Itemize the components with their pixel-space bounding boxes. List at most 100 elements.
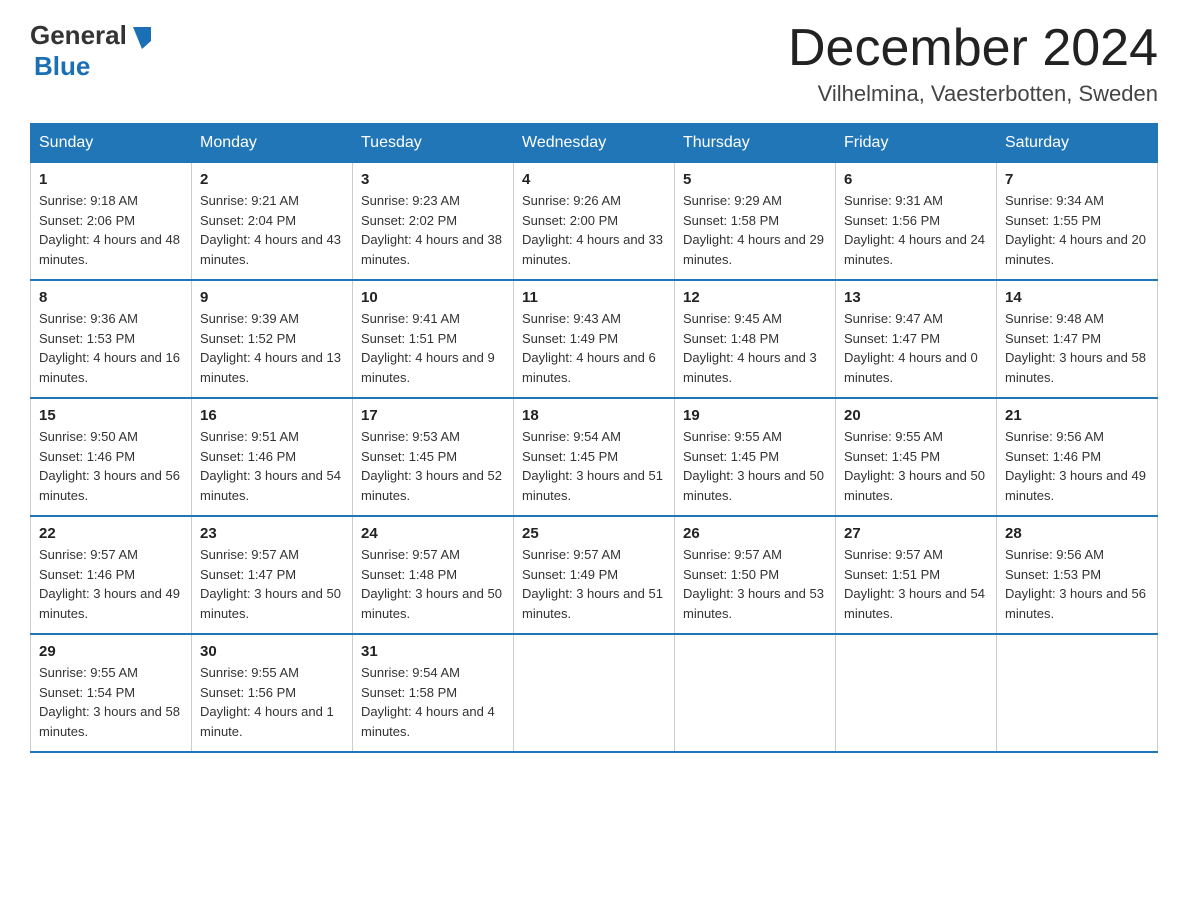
day-number: 4 bbox=[522, 171, 666, 188]
day-info: Sunrise: 9:53 AMSunset: 1:45 PMDaylight:… bbox=[361, 429, 502, 503]
header-friday: Friday bbox=[836, 124, 997, 163]
day-info: Sunrise: 9:57 AMSunset: 1:47 PMDaylight:… bbox=[200, 547, 341, 621]
day-info: Sunrise: 9:34 AMSunset: 1:55 PMDaylight:… bbox=[1005, 193, 1146, 267]
logo-blue-text: Blue bbox=[34, 51, 90, 82]
day-info: Sunrise: 9:55 AMSunset: 1:54 PMDaylight:… bbox=[39, 665, 180, 739]
day-number: 7 bbox=[1005, 171, 1149, 188]
day-number: 16 bbox=[200, 407, 344, 424]
table-row: 31 Sunrise: 9:54 AMSunset: 1:58 PMDayligh… bbox=[353, 634, 514, 752]
header-wednesday: Wednesday bbox=[514, 124, 675, 163]
day-info: Sunrise: 9:57 AMSunset: 1:51 PMDaylight:… bbox=[844, 547, 985, 621]
header-tuesday: Tuesday bbox=[353, 124, 514, 163]
table-row: 28 Sunrise: 9:56 AMSunset: 1:53 PMDayligh… bbox=[997, 516, 1158, 634]
table-row: 16 Sunrise: 9:51 AMSunset: 1:46 PMDayligh… bbox=[192, 398, 353, 516]
table-row: 1Sunrise: 9:18 AMSunset: 2:06 PMDaylight… bbox=[31, 163, 192, 281]
table-row: 22 Sunrise: 9:57 AMSunset: 1:46 PMDayligh… bbox=[31, 516, 192, 634]
table-row: 13Sunrise: 9:47 AMSunset: 1:47 PMDayligh… bbox=[836, 280, 997, 398]
day-info: Sunrise: 9:43 AMSunset: 1:49 PMDaylight:… bbox=[522, 311, 656, 385]
week-row-5: 29 Sunrise: 9:55 AMSunset: 1:54 PMDayligh… bbox=[31, 634, 1158, 752]
day-info: Sunrise: 9:21 AMSunset: 2:04 PMDaylight:… bbox=[200, 193, 341, 267]
day-number: 24 bbox=[361, 525, 505, 542]
day-info: Sunrise: 9:57 AMSunset: 1:50 PMDaylight:… bbox=[683, 547, 824, 621]
week-row-4: 22 Sunrise: 9:57 AMSunset: 1:46 PMDayligh… bbox=[31, 516, 1158, 634]
day-number: 14 bbox=[1005, 289, 1149, 306]
day-number: 3 bbox=[361, 171, 505, 188]
logo: General Blue bbox=[30, 20, 157, 82]
day-number: 20 bbox=[844, 407, 988, 424]
table-row bbox=[514, 634, 675, 752]
header-monday: Monday bbox=[192, 124, 353, 163]
table-row: 27Sunrise: 9:57 AMSunset: 1:51 PMDayligh… bbox=[836, 516, 997, 634]
day-number: 17 bbox=[361, 407, 505, 424]
day-info: Sunrise: 9:29 AMSunset: 1:58 PMDaylight:… bbox=[683, 193, 824, 267]
day-info: Sunrise: 9:48 AMSunset: 1:47 PMDaylight:… bbox=[1005, 311, 1146, 385]
table-row: 8 Sunrise: 9:36 AMSunset: 1:53 PMDaylight… bbox=[31, 280, 192, 398]
day-number: 28 bbox=[1005, 525, 1149, 542]
day-info: Sunrise: 9:51 AMSunset: 1:46 PMDaylight:… bbox=[200, 429, 341, 503]
day-number: 29 bbox=[39, 643, 183, 660]
table-row bbox=[997, 634, 1158, 752]
table-row: 11 Sunrise: 9:43 AMSunset: 1:49 PMDayligh… bbox=[514, 280, 675, 398]
table-row: 23 Sunrise: 9:57 AMSunset: 1:47 PMDayligh… bbox=[192, 516, 353, 634]
day-number: 22 bbox=[39, 525, 183, 542]
header-thursday: Thursday bbox=[675, 124, 836, 163]
table-row: 2Sunrise: 9:21 AMSunset: 2:04 PMDaylight… bbox=[192, 163, 353, 281]
week-row-1: 1Sunrise: 9:18 AMSunset: 2:06 PMDaylight… bbox=[31, 163, 1158, 281]
day-number: 8 bbox=[39, 289, 183, 306]
day-info: Sunrise: 9:50 AMSunset: 1:46 PMDaylight:… bbox=[39, 429, 180, 503]
logo-general-text: General bbox=[30, 20, 127, 51]
day-number: 1 bbox=[39, 171, 183, 188]
day-number: 6 bbox=[844, 171, 988, 188]
day-info: Sunrise: 9:54 AMSunset: 1:58 PMDaylight:… bbox=[361, 665, 495, 739]
table-row: 20 Sunrise: 9:55 AMSunset: 1:45 PMDayligh… bbox=[836, 398, 997, 516]
table-row: 12Sunrise: 9:45 AMSunset: 1:48 PMDayligh… bbox=[675, 280, 836, 398]
day-number: 19 bbox=[683, 407, 827, 424]
day-number: 21 bbox=[1005, 407, 1149, 424]
week-row-3: 15 Sunrise: 9:50 AMSunset: 1:46 PMDayligh… bbox=[31, 398, 1158, 516]
day-number: 15 bbox=[39, 407, 183, 424]
logo-icon bbox=[127, 21, 157, 51]
day-info: Sunrise: 9:56 AMSunset: 1:53 PMDaylight:… bbox=[1005, 547, 1146, 621]
table-row: 29 Sunrise: 9:55 AMSunset: 1:54 PMDayligh… bbox=[31, 634, 192, 752]
day-info: Sunrise: 9:55 AMSunset: 1:45 PMDaylight:… bbox=[683, 429, 824, 503]
table-row: 3 Sunrise: 9:23 AMSunset: 2:02 PMDaylight… bbox=[353, 163, 514, 281]
title-section: December 2024 Vilhelmina, Vaesterbotten,… bbox=[788, 20, 1158, 107]
day-info: Sunrise: 9:57 AMSunset: 1:46 PMDaylight:… bbox=[39, 547, 180, 621]
day-info: Sunrise: 9:26 AMSunset: 2:00 PMDaylight:… bbox=[522, 193, 663, 267]
table-row: 30 Sunrise: 9:55 AMSunset: 1:56 PMDayligh… bbox=[192, 634, 353, 752]
day-info: Sunrise: 9:56 AMSunset: 1:46 PMDaylight:… bbox=[1005, 429, 1146, 503]
day-info: Sunrise: 9:31 AMSunset: 1:56 PMDaylight:… bbox=[844, 193, 985, 267]
day-info: Sunrise: 9:55 AMSunset: 1:45 PMDaylight:… bbox=[844, 429, 985, 503]
day-number: 30 bbox=[200, 643, 344, 660]
day-info: Sunrise: 9:23 AMSunset: 2:02 PMDaylight:… bbox=[361, 193, 502, 267]
table-row: 15 Sunrise: 9:50 AMSunset: 1:46 PMDayligh… bbox=[31, 398, 192, 516]
day-number: 12 bbox=[683, 289, 827, 306]
table-row: 4 Sunrise: 9:26 AMSunset: 2:00 PMDaylight… bbox=[514, 163, 675, 281]
day-number: 11 bbox=[522, 289, 666, 306]
day-info: Sunrise: 9:36 AMSunset: 1:53 PMDaylight:… bbox=[39, 311, 180, 385]
day-number: 26 bbox=[683, 525, 827, 542]
table-row: 9Sunrise: 9:39 AMSunset: 1:52 PMDaylight… bbox=[192, 280, 353, 398]
table-row: 7 Sunrise: 9:34 AMSunset: 1:55 PMDaylight… bbox=[997, 163, 1158, 281]
day-info: Sunrise: 9:54 AMSunset: 1:45 PMDaylight:… bbox=[522, 429, 663, 503]
table-row: 24Sunrise: 9:57 AMSunset: 1:48 PMDayligh… bbox=[353, 516, 514, 634]
day-number: 5 bbox=[683, 171, 827, 188]
day-number: 31 bbox=[361, 643, 505, 660]
day-number: 23 bbox=[200, 525, 344, 542]
day-number: 9 bbox=[200, 289, 344, 306]
table-row: 19 Sunrise: 9:55 AMSunset: 1:45 PMDayligh… bbox=[675, 398, 836, 516]
weekday-header-row: SundayMondayTuesdayWednesdayThursdayFrid… bbox=[31, 124, 1158, 163]
table-row bbox=[836, 634, 997, 752]
table-row: 26 Sunrise: 9:57 AMSunset: 1:50 PMDayligh… bbox=[675, 516, 836, 634]
table-row: 6 Sunrise: 9:31 AMSunset: 1:56 PMDaylight… bbox=[836, 163, 997, 281]
day-info: Sunrise: 9:55 AMSunset: 1:56 PMDaylight:… bbox=[200, 665, 334, 739]
header-saturday: Saturday bbox=[997, 124, 1158, 163]
table-row: 25Sunrise: 9:57 AMSunset: 1:49 PMDayligh… bbox=[514, 516, 675, 634]
location: Vilhelmina, Vaesterbotten, Sweden bbox=[788, 81, 1158, 107]
day-number: 25 bbox=[522, 525, 666, 542]
table-row bbox=[675, 634, 836, 752]
table-row: 5 Sunrise: 9:29 AMSunset: 1:58 PMDaylight… bbox=[675, 163, 836, 281]
table-row: 10Sunrise: 9:41 AMSunset: 1:51 PMDayligh… bbox=[353, 280, 514, 398]
table-row: 18 Sunrise: 9:54 AMSunset: 1:45 PMDayligh… bbox=[514, 398, 675, 516]
day-number: 18 bbox=[522, 407, 666, 424]
